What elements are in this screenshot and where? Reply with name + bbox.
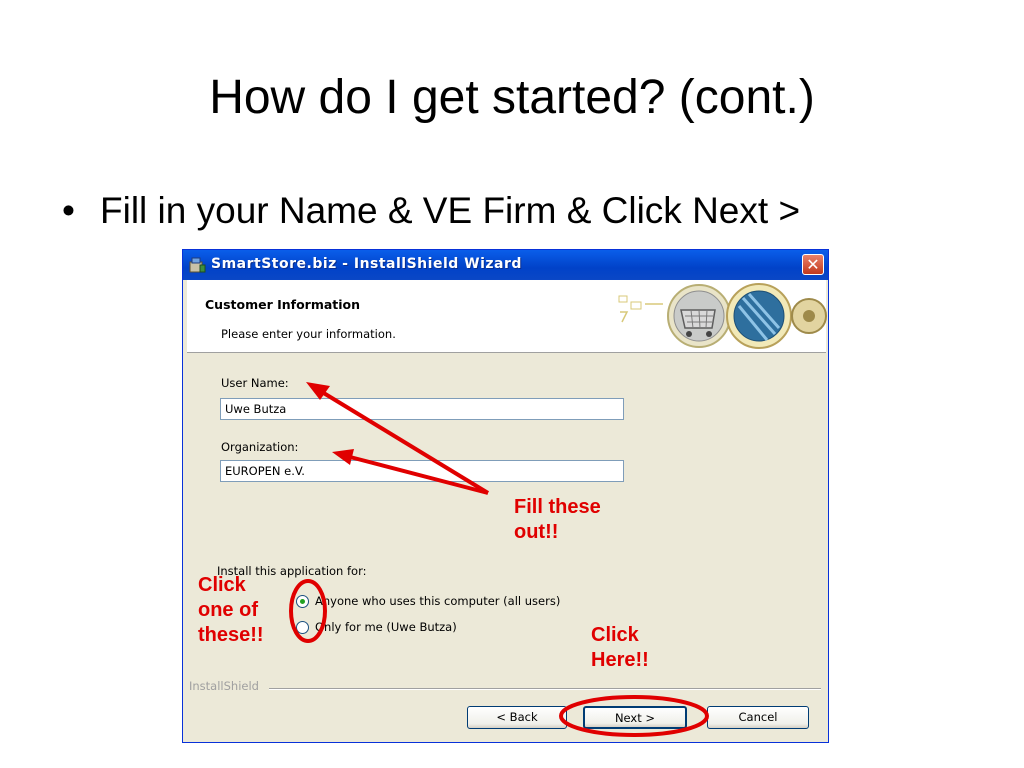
bullet-marker: •	[62, 190, 75, 231]
dialog-title: SmartStore.biz - InstallShield Wizard	[211, 256, 522, 272]
radio-all-users[interactable]	[296, 595, 309, 608]
annotation-click-here: Click Here!!	[591, 624, 649, 671]
radio-only-me-label[interactable]: Only for me (Uwe Butza)	[315, 620, 457, 634]
organization-field[interactable]: EUROPEN e.V.	[220, 460, 624, 482]
header-title: Customer Information	[205, 297, 361, 312]
dialog-header: Customer Information Please enter your i…	[187, 280, 827, 353]
organization-label: Organization:	[221, 440, 299, 454]
annotation-fill-these: Fill these out!!	[514, 496, 601, 543]
close-icon: ✕	[806, 255, 820, 274]
back-button[interactable]: < Back	[467, 706, 567, 729]
footer-divider	[269, 688, 821, 690]
installshield-brand-label: InstallShield	[189, 679, 259, 693]
close-button[interactable]: ✕	[802, 254, 824, 275]
radio-all-users-label[interactable]: Anyone who uses this computer (all users…	[315, 594, 560, 608]
annotation-click-one: Click one of these!!	[198, 574, 264, 646]
slide-title: How do I get started? (cont.)	[209, 71, 815, 124]
header-graphic-image	[618, 283, 827, 349]
cancel-button[interactable]: Cancel	[707, 706, 809, 729]
header-subtitle: Please enter your information.	[221, 327, 396, 341]
user-name-label: User Name:	[221, 376, 289, 390]
installshield-wizard-dialog: SmartStore.biz - InstallShield Wizard ✕ …	[182, 249, 829, 743]
bullet-item: • Fill in your Name & VE Firm & Click Nex…	[62, 190, 800, 232]
next-button[interactable]: Next >	[583, 706, 687, 729]
user-name-field[interactable]: Uwe Butza	[220, 398, 624, 420]
dialog-titlebar[interactable]: SmartStore.biz - InstallShield Wizard ✕	[183, 250, 828, 280]
bullet-text: Fill in your Name & VE Firm & Click Next…	[100, 190, 801, 231]
installer-app-icon	[189, 257, 206, 273]
radio-only-me[interactable]	[296, 621, 309, 634]
